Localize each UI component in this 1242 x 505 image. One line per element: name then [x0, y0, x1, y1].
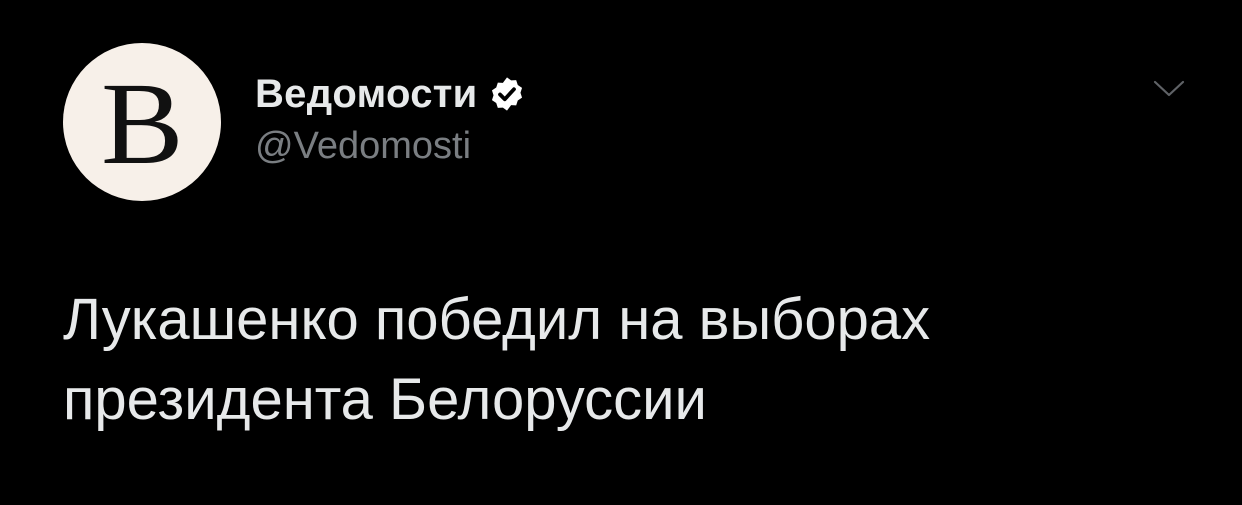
author-display-name[interactable]: Ведомости: [255, 72, 478, 117]
author-handle[interactable]: @Vedomosti: [255, 125, 471, 168]
tweet-text-line-1: Лукашенко победил на выборах: [63, 287, 931, 352]
avatar[interactable]: B: [63, 43, 221, 201]
tweet-text: Лукашенко победил на выборах президента …: [63, 280, 1203, 440]
author-name-row: Ведомости: [255, 66, 526, 122]
avatar-logo-letter: B: [100, 58, 184, 189]
verified-badge-icon: [491, 77, 522, 111]
tweet-text-line-2: президента Белоруссии: [63, 367, 707, 432]
tweet-card: B Ведомости @Vedomosti Лукашенко победил…: [0, 0, 1242, 505]
chevron-down-icon[interactable]: [1152, 78, 1186, 100]
